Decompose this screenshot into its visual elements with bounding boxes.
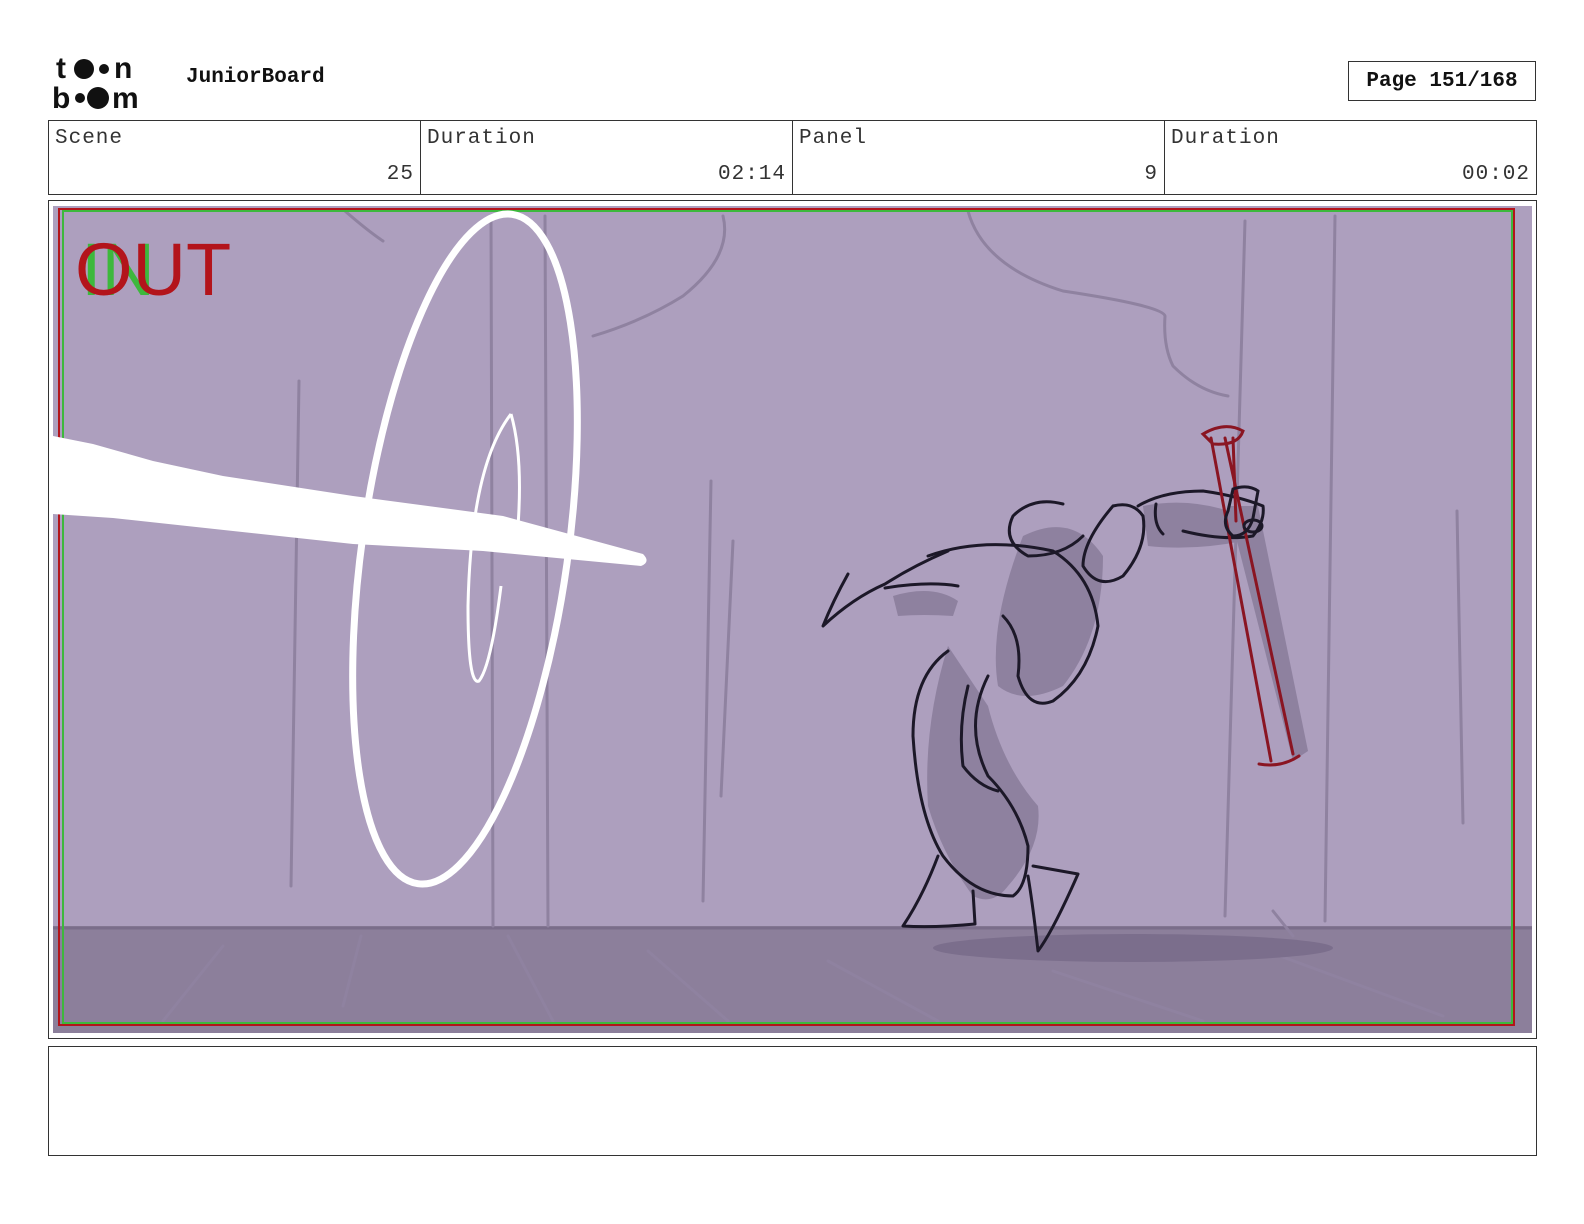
storyboard-panel-frame: IN OUT (48, 200, 1537, 1039)
panel-notes-area[interactable] (48, 1046, 1537, 1156)
panel-label: Panel (799, 127, 868, 150)
out-marker: OUT (75, 228, 232, 311)
panel-background (53, 206, 1532, 1033)
toon-boom-logo: t n b m (52, 52, 139, 112)
panel-value: 9 (1144, 163, 1158, 186)
page-indicator: Page 151/168 (1348, 61, 1536, 101)
svg-text:m: m (112, 82, 139, 112)
storyboard-drawing (53, 206, 1532, 1033)
panel-duration-value: 00:02 (1461, 163, 1530, 186)
scene-cell: Scene 25 (49, 121, 421, 194)
app-name: JuniorBoard (186, 66, 325, 89)
panel-duration-cell: Duration 00:02 (1165, 121, 1536, 194)
svg-text:n: n (114, 52, 132, 85)
in-out-markers: IN OUT (75, 233, 255, 313)
panel-cell: Panel 9 (793, 121, 1165, 194)
svg-text:t: t (56, 52, 66, 85)
scene-duration-value: 02:14 (717, 163, 786, 186)
svg-text:b: b (52, 82, 70, 112)
scene-value: 25 (386, 163, 414, 186)
panel-duration-label: Duration (1171, 127, 1280, 150)
panel-info-table: Scene 25 Duration 02:14 Panel 9 Duration… (48, 120, 1537, 195)
scene-duration-cell: Duration 02:14 (421, 121, 793, 194)
scene-duration-label: Duration (427, 127, 536, 150)
scene-label: Scene (55, 127, 124, 150)
